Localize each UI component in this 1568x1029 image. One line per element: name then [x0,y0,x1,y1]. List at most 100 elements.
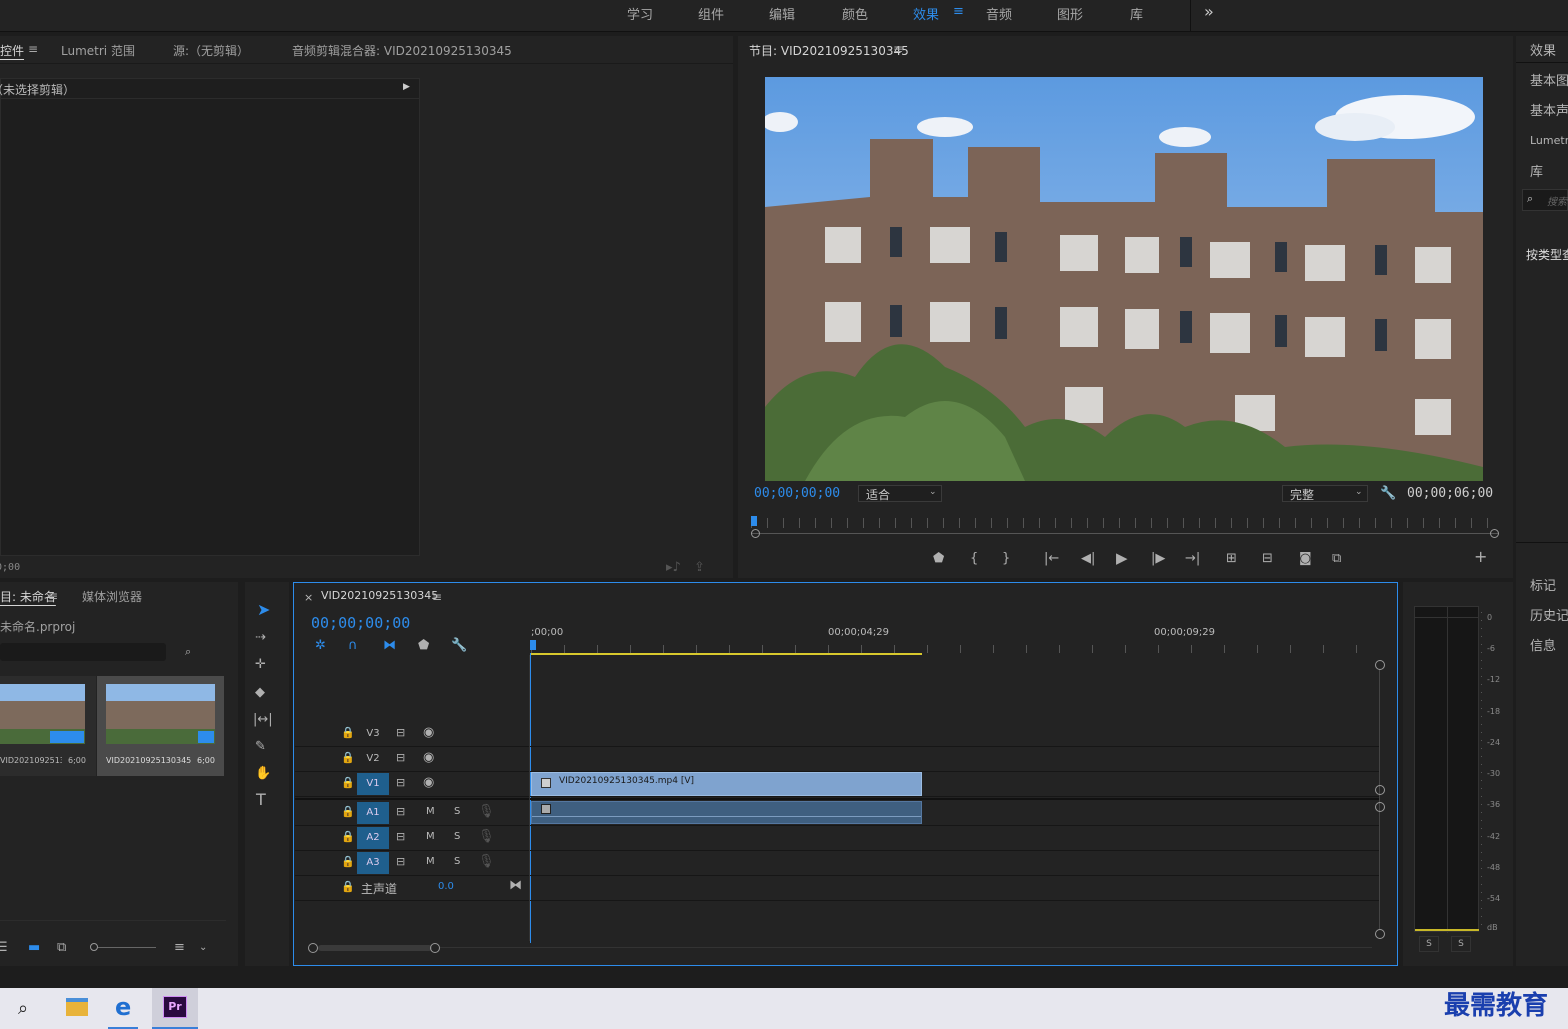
view-by-type-label[interactable]: 按类型查看 [1526,246,1568,263]
h-scrollbar-track[interactable] [440,947,1372,948]
lock-icon[interactable]: 🔒 [341,854,355,870]
mute-button[interactable]: M [426,806,435,817]
microphone-icon[interactable]: 🎙 [478,829,495,845]
compare-view-icon[interactable]: ⧉ [1332,551,1341,567]
slip-tool-icon[interactable]: |↔| [253,712,273,728]
tab-effect-controls[interactable]: 效果控件 [0,42,24,59]
solo-button[interactable]: S [454,831,460,842]
right-item-info[interactable]: 信息 [1530,635,1568,654]
tab-audio-clip-mixer[interactable]: 音频剪辑混合器: VID20210925130345 [292,42,512,59]
lift-icon[interactable]: ⊞ [1226,551,1237,567]
program-monitor-title[interactable]: 节目: VID20210925130345 [749,42,909,59]
workspace-learn[interactable]: 学习 [627,4,653,23]
h-scroll-handle-left[interactable] [308,943,318,953]
right-item-history[interactable]: 历史记录 [1530,605,1568,624]
mute-button[interactable]: M [426,856,435,867]
add-marker-icon[interactable]: ⬟ [418,638,429,654]
workspace-editing[interactable]: 编辑 [769,4,795,23]
file-explorer-icon[interactable] [66,998,88,1016]
audio-clip-a1[interactable] [531,801,922,824]
sort-icon[interactable]: ≡ [174,940,185,956]
zoom-handle-right[interactable] [1490,529,1499,538]
type-tool-icon[interactable]: T [256,792,266,808]
zoom-handle-left[interactable] [751,529,760,538]
h-scrollbar-thumb[interactable] [318,945,432,951]
playhead[interactable] [751,516,757,526]
right-item-essential-graphics[interactable]: 基本图形 [1530,70,1568,89]
play-icon[interactable]: ▶ [1116,550,1128,566]
lock-icon[interactable]: 🔒 [341,879,355,895]
track-label-a2[interactable]: A2 [357,827,389,849]
timeline-settings-icon[interactable]: 🔧 [451,638,467,654]
lock-icon[interactable]: 🔒 [341,725,355,741]
add-button-icon[interactable]: + [1474,549,1487,565]
bowtie-icon[interactable]: ⧓ [509,878,522,894]
track-label-a3[interactable]: A3 [357,852,389,874]
wrench-icon[interactable]: 🔧 [1380,486,1396,502]
v-scroll-handle-top[interactable] [1375,660,1385,670]
sync-lock-icon[interactable]: ⊟ [396,725,405,741]
track-label-a1[interactable]: A1 [357,802,389,824]
v-scroll-handle-mid[interactable] [1375,785,1385,795]
workspace-libraries[interactable]: 库 [1130,4,1143,23]
track-select-tool-icon[interactable]: ⇢ [255,630,266,646]
timeline-timecode[interactable]: 00;00;00;00 [311,614,410,632]
go-to-in-icon[interactable]: |← [1044,551,1059,567]
sequence-tab[interactable]: VID20210925130345 [321,589,438,602]
eye-icon[interactable]: ◉ [423,775,434,791]
sequence-menu-icon[interactable]: ≡ [432,590,442,604]
meter-solo-left[interactable]: S [1419,936,1439,952]
filter-icon[interactable]: ▸♪ [666,560,681,576]
list-view-icon[interactable]: ☰ [0,940,8,956]
hand-tool-icon[interactable]: ✋ [255,766,271,782]
master-volume[interactable]: 0.0 [438,881,454,892]
panel-menu-icon[interactable]: ≡ [28,42,38,56]
premiere-taskbar-button[interactable]: Pr [152,988,198,1029]
lock-icon[interactable]: 🔒 [341,750,355,766]
ripple-edit-tool-icon[interactable]: ✛ [255,657,266,673]
right-item-lumetri-color[interactable]: Lumetri 颜色 [1530,132,1568,148]
microphone-icon[interactable]: 🎙 [478,854,495,870]
mark-out-icon[interactable]: } [1002,551,1010,567]
v-scroll-handle-bottom[interactable] [1375,929,1385,939]
clip-thumbnail-2[interactable]: VID20210925130345 6;00 [97,676,224,776]
export-icon[interactable]: ⇪ [694,560,705,576]
lock-icon[interactable]: 🔒 [341,804,355,820]
sync-lock-icon[interactable]: ⊟ [396,750,405,766]
go-to-out-icon[interactable]: →| [1185,551,1200,567]
video-clip-v1[interactable]: VID20210925130345.mp4 [V] [531,772,922,796]
search-bin-icon[interactable]: ⌕ [185,644,191,660]
camera-icon[interactable]: ◙ [1299,551,1312,567]
edge-icon[interactable]: e [115,993,131,1021]
solo-button[interactable]: S [454,806,460,817]
track-label-v3[interactable]: V3 [357,723,389,745]
extract-icon[interactable]: ⊟ [1262,551,1273,567]
right-item-markers[interactable]: 标记 [1530,575,1568,594]
icon-view-icon[interactable]: ▬ [28,940,40,956]
more-workspaces-icon[interactable]: » [1204,2,1214,21]
step-forward-icon[interactable]: |▶ [1151,551,1165,567]
workspace-graphics[interactable]: 图形 [1057,4,1083,23]
sync-lock-icon[interactable]: ⊟ [396,804,405,820]
nest-icon[interactable]: ✲ [315,638,326,654]
tab-media-browser[interactable]: 媒体浏览器 [82,588,142,605]
linked-selection-icon[interactable]: ⧓ [383,638,396,654]
zoom-slider-handle[interactable] [90,943,98,951]
clip-thumbnail-1[interactable]: VID20210925130345... 6;00 [0,676,96,776]
library-search-input[interactable]: ⌕ 搜索 [1522,189,1568,211]
fit-dropdown[interactable]: 适合 ⌄ [858,485,942,502]
snap-icon[interactable]: ∩ [348,638,358,654]
work-area-bar[interactable] [531,653,922,655]
project-menu-icon[interactable]: ≡ [48,589,58,603]
tab-source[interactable]: 源:（无剪辑） [173,42,249,59]
workspace-audio[interactable]: 音频 [986,4,1012,23]
v-scrollbar-track[interactable] [1379,670,1380,930]
sync-lock-icon[interactable]: ⊟ [396,829,405,845]
mute-button[interactable]: M [426,831,435,842]
tab-lumetri-scopes[interactable]: Lumetri 范围 [61,42,135,59]
selection-tool-icon[interactable]: ➤ [257,602,270,618]
workspace-effects[interactable]: 效果 [913,4,939,23]
search-icon[interactable]: ⌕ [18,998,28,1019]
program-menu-icon[interactable]: ≡ [893,42,903,56]
right-item-essential-sound[interactable]: 基本声音 [1530,100,1568,119]
